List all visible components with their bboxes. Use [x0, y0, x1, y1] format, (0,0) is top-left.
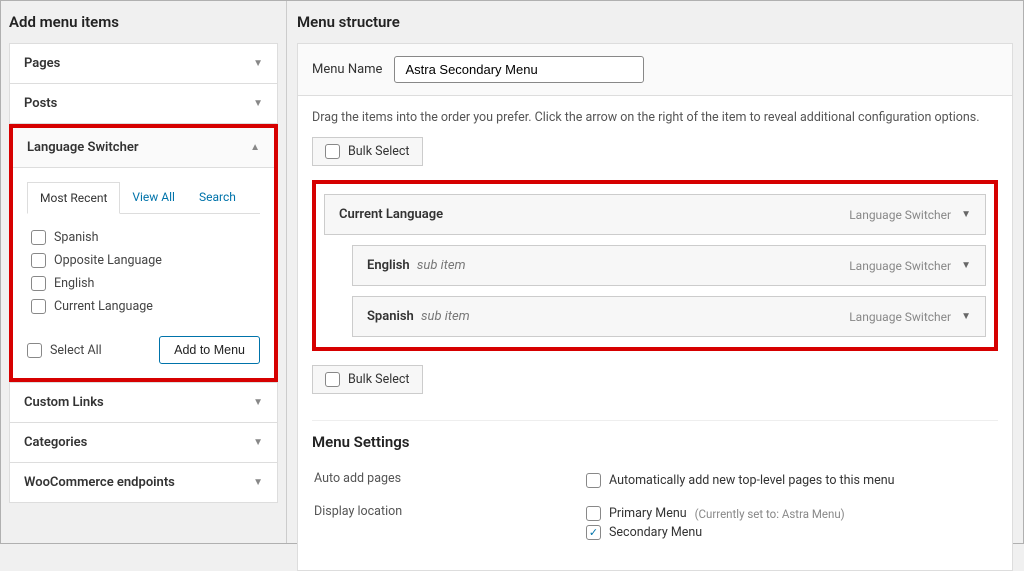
list-item[interactable]: Opposite Language — [31, 249, 256, 272]
menu-item-type: Language Switcher — [849, 208, 951, 222]
chevron-down-icon: ▼ — [253, 58, 263, 69]
accordion-custom-links-label: Custom Links — [24, 395, 104, 410]
item-english-label: English — [54, 276, 94, 291]
chevron-up-icon: ▲ — [250, 142, 260, 153]
chevron-down-icon: ▼ — [961, 260, 971, 271]
tab-search[interactable]: Search — [187, 182, 248, 213]
list-item[interactable]: English — [31, 272, 256, 295]
accordion-pages-label: Pages — [24, 56, 60, 71]
language-switcher-body: Most Recent View All Search Spanish Oppo… — [13, 168, 274, 378]
checkbox[interactable] — [325, 372, 340, 387]
instructions-text: Drag the items into the order you prefer… — [312, 110, 998, 125]
primary-menu-note: (Currently set to: Astra Menu) — [695, 507, 845, 521]
accordion-custom-links[interactable]: Custom Links ▼ — [10, 383, 277, 423]
accordion-woocommerce[interactable]: WooCommerce endpoints ▼ — [10, 463, 277, 502]
checkbox[interactable] — [27, 343, 42, 358]
checkbox[interactable] — [31, 230, 46, 245]
menu-structure-panel: Menu structure Menu Name Drag the items … — [287, 1, 1023, 543]
chevron-down-icon: ▼ — [961, 311, 971, 322]
menu-item-subtext: sub item — [417, 258, 466, 273]
bulk-select-label: Bulk Select — [348, 144, 410, 159]
primary-menu-row[interactable]: Primary Menu (Currently set to: Astra Me… — [586, 504, 996, 523]
checkbox[interactable] — [586, 525, 601, 540]
highlighted-menu-items: Current Language Language Switcher ▼ Eng… — [312, 180, 998, 351]
add-menu-items-panel: Add menu items Pages ▼ Posts ▼ Language … — [1, 1, 287, 543]
accordion-categories[interactable]: Categories ▼ — [10, 423, 277, 463]
menu-name-input[interactable] — [394, 56, 644, 83]
checkbox[interactable] — [31, 276, 46, 291]
chevron-down-icon: ▼ — [253, 397, 263, 408]
item-opposite-label: Opposite Language — [54, 253, 162, 268]
checkbox[interactable] — [325, 144, 340, 159]
menu-structure-heading: Menu structure — [297, 13, 1013, 31]
primary-menu-label: Primary Menu — [609, 506, 687, 521]
item-current-label: Current Language — [54, 299, 153, 314]
menu-item-subtext: sub item — [421, 309, 470, 324]
tab-view-all[interactable]: View All — [120, 182, 187, 213]
add-items-heading: Add menu items — [9, 13, 278, 31]
menu-item-spanish[interactable]: Spanish sub item Language Switcher ▼ — [352, 296, 986, 337]
menu-item-english[interactable]: English sub item Language Switcher ▼ — [352, 245, 986, 286]
menu-item-type: Language Switcher — [849, 259, 951, 273]
chevron-down-icon: ▼ — [253, 477, 263, 488]
menu-item-title: English — [367, 258, 410, 273]
secondary-menu-row[interactable]: Secondary Menu — [586, 523, 996, 542]
tab-most-recent[interactable]: Most Recent — [27, 182, 120, 214]
add-to-menu-button[interactable]: Add to Menu — [159, 336, 260, 364]
menu-name-row: Menu Name — [297, 43, 1013, 96]
checkbox[interactable] — [31, 253, 46, 268]
list-item[interactable]: Current Language — [31, 295, 256, 318]
chevron-down-icon: ▼ — [961, 209, 971, 220]
accordion-posts[interactable]: Posts ▼ — [10, 84, 277, 123]
auto-add-text: Automatically add new top-level pages to… — [609, 473, 895, 488]
bulk-select-bottom[interactable]: Bulk Select — [312, 365, 423, 394]
menu-structure-body: Drag the items into the order you prefer… — [297, 96, 1013, 571]
accordion-posts-label: Posts — [24, 96, 57, 111]
accordion-woo-label: WooCommerce endpoints — [24, 475, 175, 490]
menu-item-type: Language Switcher — [849, 310, 951, 324]
menu-name-label: Menu Name — [312, 62, 382, 77]
menu-item-title: Current Language — [339, 207, 443, 222]
menu-settings-heading: Menu Settings — [312, 433, 998, 451]
bulk-select-top[interactable]: Bulk Select — [312, 137, 423, 166]
display-location-label: Display location — [314, 498, 584, 548]
accordion-language-switcher[interactable]: Language Switcher ▲ — [13, 128, 274, 168]
chevron-down-icon: ▼ — [253, 98, 263, 109]
item-spanish-label: Spanish — [54, 230, 99, 245]
language-items-list: Spanish Opposite Language English Curren… — [27, 226, 260, 326]
accordion-categories-label: Categories — [24, 435, 87, 450]
chevron-down-icon: ▼ — [253, 437, 263, 448]
select-all-label: Select All — [50, 343, 102, 358]
checkbox[interactable] — [31, 299, 46, 314]
bulk-select-label: Bulk Select — [348, 372, 410, 387]
secondary-menu-label: Secondary Menu — [609, 525, 702, 540]
menu-item-current-language[interactable]: Current Language Language Switcher ▼ — [324, 194, 986, 235]
accordion-pages[interactable]: Pages ▼ — [10, 44, 277, 84]
accordion-language-label: Language Switcher — [27, 140, 139, 155]
list-item[interactable]: Spanish — [31, 226, 256, 249]
select-all-row[interactable]: Select All — [27, 339, 102, 362]
checkbox[interactable] — [586, 473, 601, 488]
auto-add-label: Auto add pages — [314, 465, 584, 496]
auto-add-row[interactable]: Automatically add new top-level pages to… — [586, 471, 996, 490]
menu-item-title: Spanish — [367, 309, 414, 324]
checkbox[interactable] — [586, 506, 601, 521]
